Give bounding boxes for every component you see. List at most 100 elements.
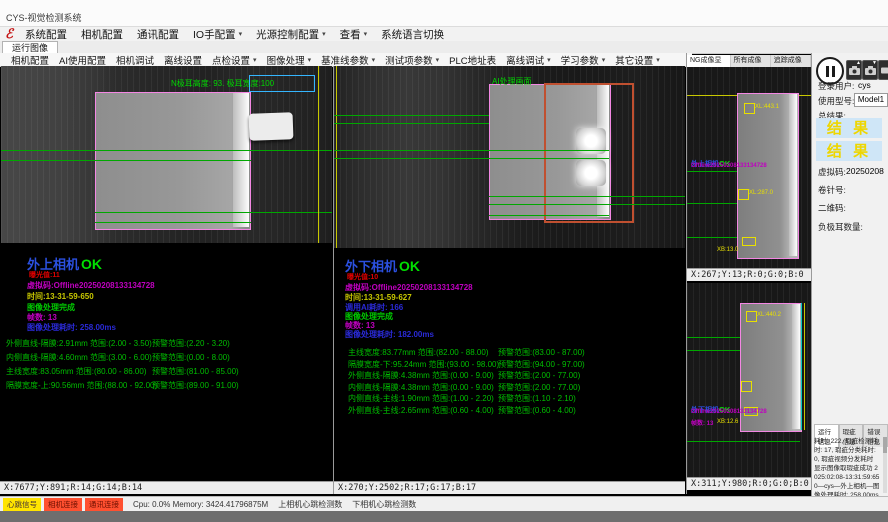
menu-item-comm-config[interactable]: 通讯配置 bbox=[130, 27, 186, 42]
toolbar-item-test-params[interactable]: 测试项参数▾ bbox=[380, 53, 444, 67]
record-button[interactable] bbox=[878, 60, 888, 80]
edge-line-green bbox=[687, 441, 800, 442]
toolbar-item-image-processing[interactable]: 图像处理▾ bbox=[262, 53, 317, 67]
pause-icon bbox=[826, 66, 829, 77]
warn-range: 预警范围:(0.60 - 4.00) bbox=[498, 405, 576, 416]
warn-range: 预警范围:(1.10 - 2.10) bbox=[498, 393, 576, 404]
edge-line-green bbox=[489, 215, 609, 216]
measurement-row: 隔膜宽度-上:90.56mm 范围:(88.00 - 92.00) bbox=[6, 380, 157, 391]
toolbar-item-camera-debug[interactable]: 相机调试 bbox=[111, 53, 159, 67]
toolbar-item-ai-usage[interactable]: AI使用配置 bbox=[54, 53, 111, 67]
pause-icon bbox=[832, 66, 835, 77]
app-window: CYS-视觉检测系统 系统配置 相机配置 通讯配置 IO手配置▾ 光源控制配置▾… bbox=[0, 0, 888, 522]
chevron-down-icon: ▾ bbox=[239, 30, 243, 38]
small-bottom-frames: 帧数: 13 bbox=[691, 418, 713, 427]
tab-highlight bbox=[576, 160, 606, 186]
menu-item-camera-config[interactable]: 相机配置 bbox=[74, 27, 130, 42]
result-box-top: 结 果 bbox=[816, 118, 882, 138]
tab-all-images[interactable]: 所有成像图 bbox=[731, 55, 771, 67]
right-camera-viewport[interactable]: AI处理画面 bbox=[334, 66, 685, 248]
chevron-down-icon: ▾ bbox=[372, 56, 376, 64]
window-title: CYS-视觉检测系统 bbox=[6, 11, 82, 24]
edge-line-green bbox=[334, 150, 609, 151]
qrcode-label: 二维码: bbox=[818, 202, 846, 214]
edge-line-green bbox=[687, 171, 737, 172]
toolbar-item-offline-settings[interactable]: 离线设置 bbox=[159, 53, 207, 67]
left-barcode: 虚拟码:Offline20250208133134728 bbox=[27, 280, 155, 291]
toolbar-item-camera-config[interactable]: 相机配置 bbox=[6, 53, 54, 67]
menu-item-language-switch[interactable]: 系统语言切换 bbox=[374, 27, 451, 42]
chevron-down-icon: ▾ bbox=[322, 30, 326, 38]
camera-down-button[interactable]: ▼ bbox=[862, 60, 878, 80]
edge-line-green bbox=[1, 150, 332, 151]
ai-frame-label: AI处理画面 bbox=[492, 76, 532, 87]
camera-up-button[interactable]: ▲ bbox=[846, 60, 862, 80]
left-exposure: 曝光值:11 bbox=[29, 270, 60, 280]
cell-bright-edge bbox=[789, 94, 797, 256]
edge-line-cyan bbox=[801, 303, 802, 430]
toolbar-item-learning-params[interactable]: 学习参数▾ bbox=[556, 53, 611, 67]
defect-marker-box bbox=[744, 103, 755, 114]
small-top-viewport[interactable]: XL:443.1 XL:287.0 XB:13.0 外上相机OK Offline… bbox=[687, 67, 811, 268]
status-bar: 心跳信号 相机连接 通讯连接 Cpu: 0.0% Memory: 3424.41… bbox=[0, 496, 888, 512]
log-scrollbar[interactable] bbox=[883, 437, 887, 493]
right-exposure: 曝光值:10 bbox=[347, 272, 378, 282]
edge-line-green bbox=[95, 212, 332, 213]
left-pixel-coords: X:7677;Y:891;R:14;G:14;B:14 bbox=[0, 481, 333, 494]
marker-annotation: XB:13.0 bbox=[717, 247, 738, 253]
camera-link-status-badge: 相机连接 bbox=[44, 498, 82, 511]
app-logo-icon bbox=[0, 28, 18, 41]
toolbar-item-baseline-params[interactable]: 基准线参数▾ bbox=[316, 53, 380, 67]
defect-marker-box bbox=[742, 237, 756, 246]
edge-line-green bbox=[687, 350, 740, 351]
small-bottom-viewport[interactable]: XL:440.2 XB:12.6 外下相机OK Offline202502081… bbox=[687, 283, 811, 477]
toolbar-item-other-settings[interactable]: 其它设置▾ bbox=[610, 53, 665, 67]
edge-line-green bbox=[687, 337, 740, 338]
tab-track-images[interactable]: 追踪成像图 bbox=[771, 55, 811, 67]
warn-range: 预警范围:(83.00 - 87.00) bbox=[498, 347, 585, 358]
scrollbar-thumb[interactable] bbox=[883, 437, 887, 453]
warn-range: 预警范围:(2.20 - 3.20) bbox=[152, 338, 230, 349]
marker-annotation: XB:12.6 bbox=[717, 419, 738, 425]
warn-range: 预警范围:(81.00 - 85.00) bbox=[152, 366, 239, 377]
menu-bar: 系统配置 相机配置 通讯配置 IO手配置▾ 光源控制配置▾ 查看▾ 系统语言切换 bbox=[0, 27, 888, 41]
defect-marker-box bbox=[738, 189, 749, 200]
heartbeat-status-badge: 心跳信号 bbox=[3, 498, 41, 511]
run-log-text: 耗时: 222, 瑕疵检测耗时: 17, 瑕疵分类耗时: 0, 瑕疵视频分发耗时… bbox=[814, 437, 880, 500]
measurement-row: 外侧直线-主线:2.65mm 范围:(0.60 - 4.00) bbox=[348, 405, 494, 416]
measurement-row: 主线宽度:83.77mm 范围:(82.00 - 88.00) bbox=[348, 347, 489, 358]
camera-icon bbox=[865, 66, 876, 75]
menu-item-light-config[interactable]: 光源控制配置▾ bbox=[249, 27, 333, 42]
reference-line-yellow bbox=[336, 66, 337, 248]
right-status-ok: OK bbox=[399, 258, 420, 274]
chevron-down-icon: ▾ bbox=[547, 56, 551, 64]
menu-item-system-config[interactable]: 系统配置 bbox=[18, 27, 74, 42]
warn-range: 预警范围:(2.00 - 77.00) bbox=[498, 370, 580, 381]
toolbar: 相机配置 AI使用配置 相机调试 离线设置 点检设置▾ 图像处理▾ 基准线参数▾… bbox=[0, 53, 692, 67]
edge-line-green bbox=[95, 222, 251, 223]
video-camera-icon bbox=[881, 66, 888, 75]
warn-range: 预警范围:(2.00 - 77.00) bbox=[498, 382, 580, 393]
toolbar-item-plc-address[interactable]: PLC地址表 bbox=[444, 53, 501, 67]
tab-ng-display[interactable]: NG成像显示 bbox=[687, 55, 731, 67]
tab-blob bbox=[249, 112, 294, 141]
menu-item-io-config[interactable]: IO手配置▾ bbox=[186, 27, 249, 42]
control-sidebar: ▲ ▼ 登录用户: cys 使用型号: Model1 总结果: 结 果 结 果 … bbox=[812, 53, 888, 496]
left-camera-viewport[interactable]: N极耳高度: 93. 极耳宽度:100 bbox=[1, 66, 332, 243]
measurement-row: 隔膜宽度-下:95.24mm 范围:(93.00 - 98.00) bbox=[348, 359, 499, 370]
login-user-label: 登录用户: bbox=[818, 80, 854, 92]
reference-line-yellow bbox=[318, 66, 319, 243]
title-bar: CYS-视觉检测系统 bbox=[0, 0, 888, 27]
down-camera-heartbeat-label: 下相机心跳检测数 bbox=[352, 499, 416, 510]
login-user-value: cys bbox=[858, 80, 871, 90]
tab-count-label: 负极耳数量: bbox=[818, 221, 863, 233]
toolbar-item-spot-check[interactable]: 点检设置▾ bbox=[207, 53, 262, 67]
model-select[interactable]: Model1 bbox=[854, 93, 888, 107]
menu-item-view[interactable]: 查看▾ bbox=[333, 27, 375, 42]
edge-line-green bbox=[334, 123, 489, 124]
chevron-down-icon: ▾ bbox=[253, 56, 257, 64]
small-top-pixel-coords: X:267;Y:13;R:0;G:0;B:0 bbox=[687, 268, 811, 281]
toolbar-item-offline-debug[interactable]: 离线调试▾ bbox=[501, 53, 556, 67]
chevron-down-icon: ▾ bbox=[308, 56, 312, 64]
measurement-row: 外侧直线-隔膜:2.91mm 范围:(2.00 - 3.50) bbox=[6, 338, 152, 349]
